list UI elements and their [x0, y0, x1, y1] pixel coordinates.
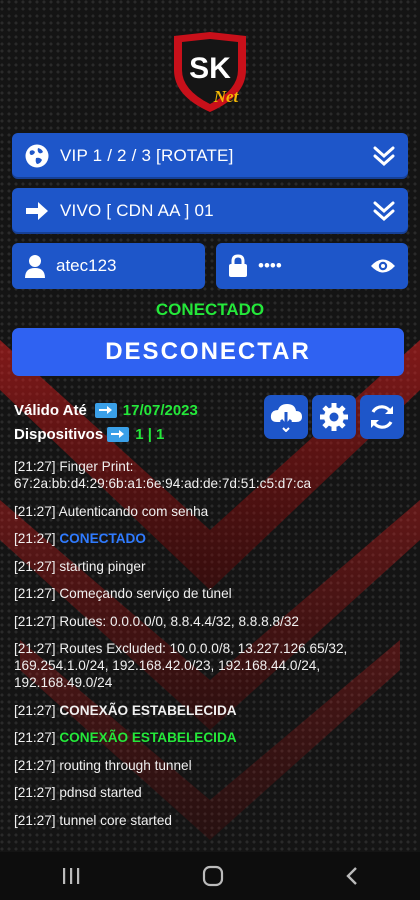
log-message: Finger Print: 67:2a:bb:d4:29:6b:a1:6e:94…: [14, 459, 312, 491]
log-entry: [21:27] Finger Print: 67:2a:bb:d4:29:6b:…: [14, 458, 408, 492]
log-entry: [21:27] routing through tunnel: [14, 757, 408, 774]
log-entry: [21:27] CONEXÃO ESTABELECIDA: [14, 729, 408, 746]
system-nav-bar: [0, 852, 420, 900]
log-time: [21:27]: [14, 785, 56, 800]
log-time: [21:27]: [14, 757, 56, 773]
svg-text:SK: SK: [189, 52, 231, 85]
username-value: atec123: [56, 256, 117, 275]
log-message: CONEXÃO ESTABELECIDA: [59, 730, 237, 745]
connection-log: [21:27] Finger Print: 67:2a:bb:d4:29:6b:…: [14, 458, 408, 839]
log-time: [21:27]: [14, 641, 56, 656]
devices-count: 1 | 1: [135, 425, 165, 443]
log-entry: [21:27] CONEXÃO ESTABELECIDA: [14, 702, 408, 719]
log-entry: [21:27] tunnel core started: [14, 812, 408, 829]
eye-icon[interactable]: [370, 257, 396, 275]
app-logo: SK Net: [174, 32, 246, 112]
disconnect-button[interactable]: DESCONECTAR: [12, 328, 404, 376]
svg-text:Net: Net: [213, 87, 240, 106]
log-message: CONECTADO: [59, 531, 146, 546]
log-message: Autenticando com senha: [58, 503, 209, 519]
password-value: ••••: [258, 256, 282, 275]
cloud-download-icon: [270, 404, 302, 432]
validity-label: Válido Até: [14, 401, 87, 419]
devices-label: Dispositivos: [14, 425, 104, 443]
refresh-icon: [371, 405, 393, 429]
log-message: Routes: 0.0.0.0/0, 8.8.4.4/32, 8.8.8.8/3…: [59, 613, 299, 629]
cloud-download-button[interactable]: [264, 395, 308, 439]
log-message: routing through tunnel: [59, 757, 192, 773]
mode-select[interactable]: VIVO [ CDN AA ] 01: [12, 188, 408, 234]
globe-icon: [25, 144, 49, 168]
log-message: starting pinger: [59, 558, 146, 574]
arrow-right-icon: [107, 426, 130, 442]
server-select[interactable]: VIP 1 / 2 / 3 [ROTATE]: [12, 133, 408, 179]
user-icon: [25, 255, 45, 278]
log-message: Routes Excluded: 10.0.0.0/8, 13.227.126.…: [14, 641, 348, 690]
settings-button[interactable]: [312, 395, 356, 439]
log-time: [21:27]: [14, 702, 56, 718]
log-time: [21:27]: [14, 730, 56, 745]
log-message: CONEXÃO ESTABELECIDA: [59, 702, 237, 718]
log-time: [21:27]: [14, 613, 56, 629]
log-entry: [21:27] CONECTADO: [14, 530, 408, 547]
log-time: [21:27]: [14, 459, 56, 474]
back-icon[interactable]: [344, 866, 360, 886]
log-entry: [21:27] Autenticando com senha: [14, 503, 408, 520]
log-time: [21:27]: [14, 558, 56, 574]
log-time: [21:27]: [14, 586, 56, 601]
arrow-right-icon: [26, 202, 48, 220]
recent-apps-icon[interactable]: [60, 867, 82, 885]
log-entry: [21:27] starting pinger: [14, 558, 408, 575]
account-info: Válido Até 17/07/2023 Dispositivos 1 | 1: [14, 398, 198, 446]
password-field[interactable]: ••••: [216, 243, 408, 289]
log-message: tunnel core started: [59, 812, 172, 828]
username-field[interactable]: atec123: [12, 243, 205, 289]
arrow-right-icon: [94, 402, 117, 418]
connection-status: CONECTADO: [155, 300, 265, 319]
lock-icon: [229, 254, 247, 277]
log-entry: [21:27] Começando serviço de túnel: [14, 585, 408, 602]
home-icon[interactable]: [202, 865, 224, 887]
log-entry: [21:27] pdnsd started: [14, 784, 408, 801]
validity-date: 17/07/2023: [122, 401, 198, 419]
log-entry: [21:27] Routes Excluded: 10.0.0.0/8, 13.…: [14, 640, 408, 691]
log-time: [21:27]: [14, 531, 56, 546]
log-time: [21:27]: [14, 503, 56, 519]
chevron-down-icon: [373, 201, 395, 222]
refresh-button[interactable]: [360, 395, 404, 439]
log-message: pdnsd started: [59, 785, 142, 800]
log-message: Começando serviço de túnel: [59, 586, 232, 601]
mode-select-label: VIVO [ CDN AA ] 01: [60, 201, 214, 220]
server-select-label: VIP 1 / 2 / 3 [ROTATE]: [60, 146, 234, 165]
log-time: [21:27]: [14, 812, 56, 828]
gear-icon: [320, 403, 348, 431]
chevron-down-icon: [373, 146, 395, 167]
log-entry: [21:27] Routes: 0.0.0.0/0, 8.8.4.4/32, 8…: [14, 613, 408, 630]
